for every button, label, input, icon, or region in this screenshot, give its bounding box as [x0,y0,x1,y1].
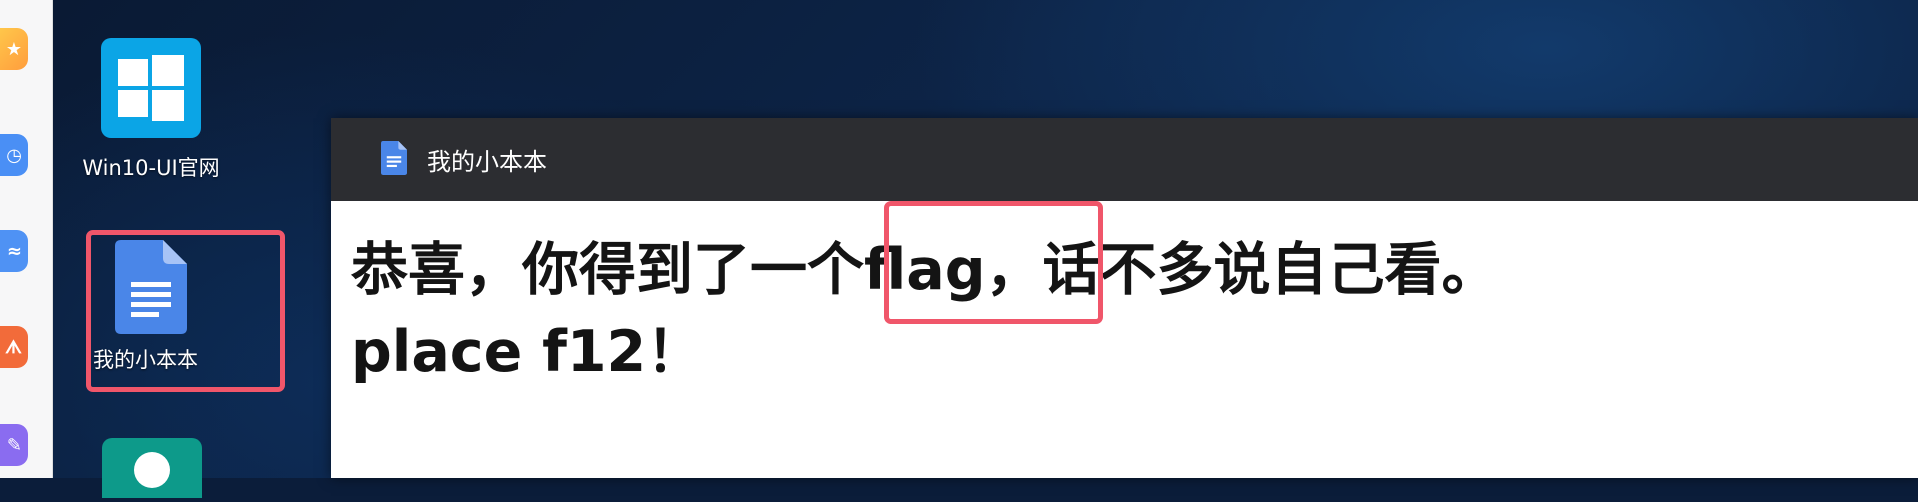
window-titlebar[interactable]: 我的小本本 [331,118,1918,201]
flag-highlight [884,201,1103,324]
window-title: 我的小本本 [427,148,547,176]
notebook-window[interactable]: 我的小本本 恭喜，你得到了一个flag，话不多说自己看。 place f12！ [331,118,1918,478]
google-docs-icon [381,140,407,179]
star-app-icon[interactable]: ★ [0,28,28,70]
desktop-icon-label: Win10-UI官网 [82,156,220,180]
window-content: 恭喜，你得到了一个flag，话不多说自己看。 place f12！ [331,201,1918,393]
pdf-app-icon[interactable]: ᗑ [0,326,28,368]
chart-app-icon[interactable]: ≈ [0,230,28,272]
clock-app-icon[interactable]: ◷ [0,134,28,176]
user-avatar-icon[interactable] [102,438,202,498]
app-sidebar: ★ ◷ ≈ ᗑ ✎ [0,0,53,478]
edit-app-icon[interactable]: ✎ [0,424,28,466]
content-line-1: 恭喜，你得到了一个flag，话不多说自己看。 [351,237,1499,303]
content-line-2: place f12！ [351,319,704,385]
desktop-icon-win10-ui[interactable]: Win10-UI官网 [71,38,231,182]
selection-highlight [86,230,285,392]
windows-logo-icon [101,38,201,138]
